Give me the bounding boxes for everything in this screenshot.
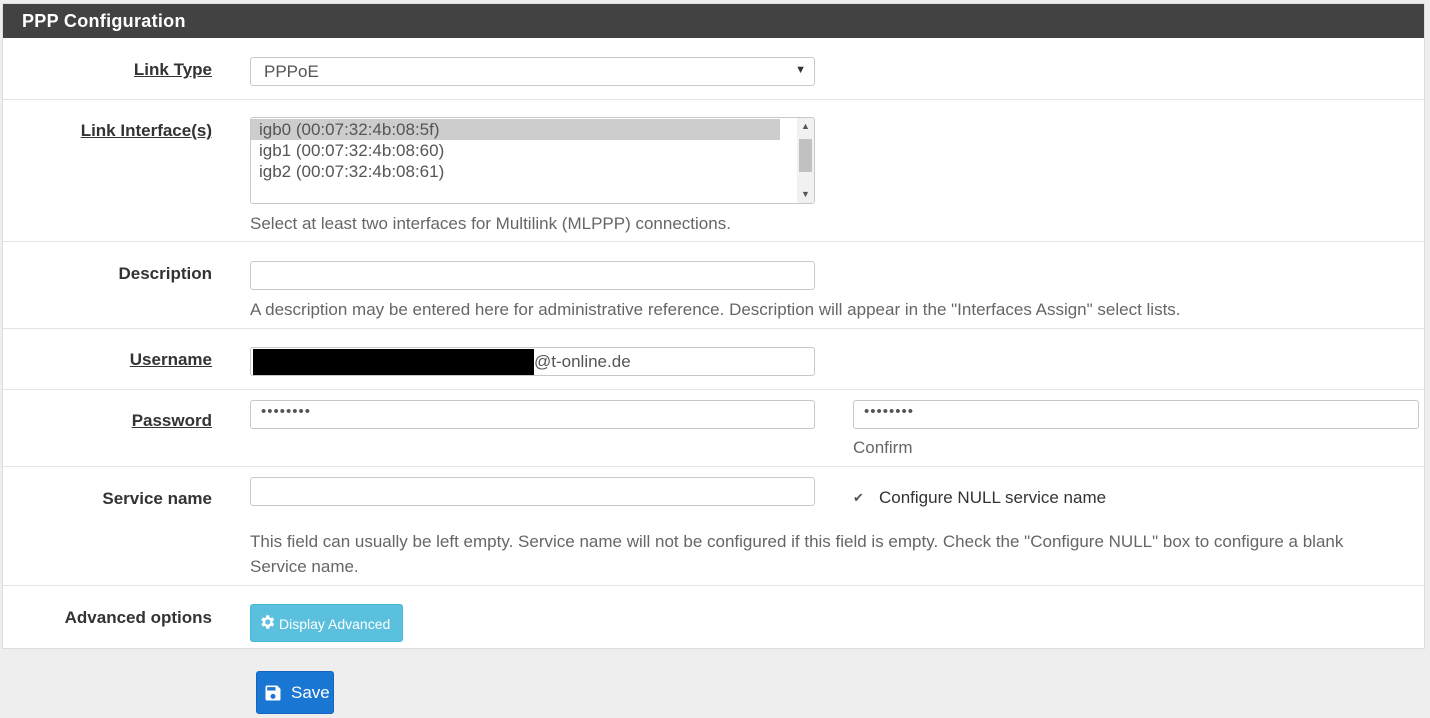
description-help: A description may be entered here for ad… xyxy=(250,300,1181,319)
service-name-label: Service name xyxy=(102,489,212,508)
link-interfaces-help: Select at least two interfaces for Multi… xyxy=(250,214,731,233)
password-row: Password •••••••• •••••••• Confirm xyxy=(3,390,1424,467)
save-label: Save xyxy=(291,683,330,702)
null-service-checkbox[interactable]: ✔ xyxy=(853,490,869,506)
link-type-select[interactable]: PPPoE ▼ xyxy=(250,57,815,86)
username-row: Username @t-online.de xyxy=(3,329,1424,390)
username-label: Username xyxy=(129,350,212,369)
link-type-value: PPPoE xyxy=(264,62,319,81)
username-suffix: @t-online.de xyxy=(534,352,631,371)
panel-title: PPP Configuration xyxy=(3,4,1424,38)
link-type-label: Link Type xyxy=(133,60,212,79)
service-name-input[interactable] xyxy=(250,477,815,506)
scroll-down-arrow-icon[interactable]: ▼ xyxy=(797,186,814,203)
null-service-label[interactable]: Configure NULL service name xyxy=(879,485,1106,510)
service-name-row: Service name ✔ Configure NULL service na… xyxy=(3,467,1424,586)
link-interfaces-listbox[interactable]: igb0 (00:07:32:4b:08:5f) igb1 (00:07:32:… xyxy=(250,117,815,204)
scroll-up-arrow-icon[interactable]: ▲ xyxy=(797,118,814,135)
password-value: •••••••• xyxy=(261,403,312,420)
advanced-options-label: Advanced options xyxy=(64,608,212,627)
description-row: Description A description may be entered… xyxy=(3,242,1424,329)
ppp-configuration-panel: PPP Configuration Link Type PPPoE ▼ Link… xyxy=(2,3,1425,649)
list-item[interactable]: igb0 (00:07:32:4b:08:5f) xyxy=(251,119,780,140)
chevron-down-icon: ▼ xyxy=(795,64,806,76)
advanced-options-row: Advanced options Display Advanced xyxy=(3,586,1424,648)
save-icon xyxy=(265,685,281,701)
display-advanced-button[interactable]: Display Advanced xyxy=(250,604,403,642)
description-label: Description xyxy=(118,264,212,283)
save-button[interactable]: Save xyxy=(256,671,334,714)
gear-icon xyxy=(261,615,275,629)
list-item[interactable]: igb2 (00:07:32:4b:08:61) xyxy=(251,161,444,182)
service-name-help: This field can usually be left empty. Se… xyxy=(250,532,1344,576)
link-type-row: Link Type PPPoE ▼ xyxy=(3,38,1424,100)
description-input[interactable] xyxy=(250,261,815,290)
redacted-block xyxy=(253,349,534,375)
list-item[interactable]: igb1 (00:07:32:4b:08:60) xyxy=(251,140,444,161)
username-input[interactable]: @t-online.de xyxy=(250,347,815,376)
link-interfaces-label: Link Interface(s) xyxy=(80,121,212,140)
password-confirm-input[interactable]: •••••••• xyxy=(853,400,1419,429)
password-input[interactable]: •••••••• xyxy=(250,400,815,429)
scrollbar-thumb[interactable] xyxy=(799,139,812,172)
password-confirm-value: •••••••• xyxy=(864,403,915,420)
password-confirm-help: Confirm xyxy=(853,438,913,457)
display-advanced-label: Display Advanced xyxy=(279,616,391,632)
password-label: Password xyxy=(131,411,212,430)
listbox-scrollbar[interactable]: ▲ ▼ xyxy=(797,118,814,203)
